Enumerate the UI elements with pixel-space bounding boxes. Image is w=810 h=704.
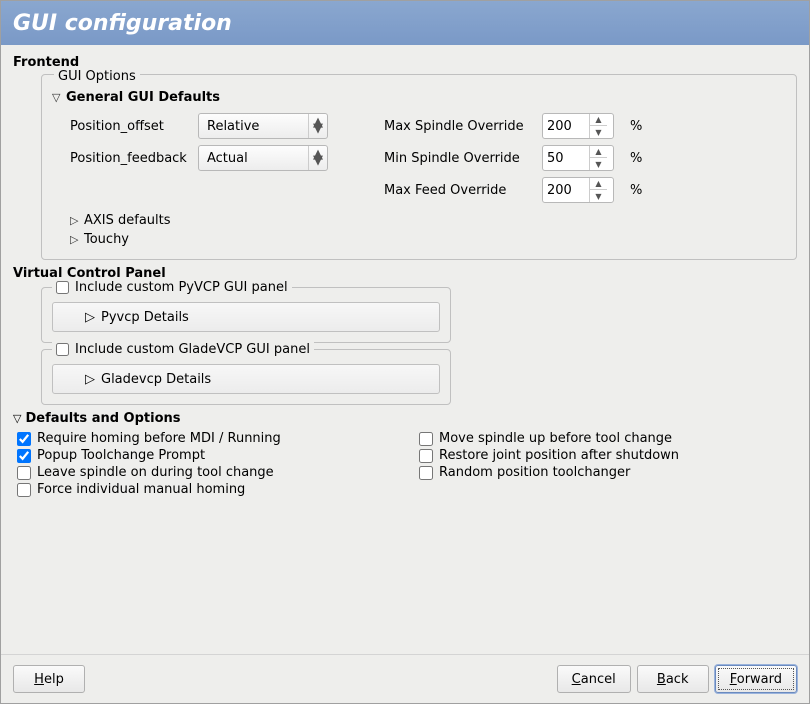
restore-joint-checkbox[interactable]: [419, 449, 433, 463]
min-spindle-spin[interactable]: ▲▼: [542, 145, 614, 171]
min-spindle-input[interactable]: [543, 151, 589, 166]
pyvcp-details-expander[interactable]: ▷ Pyvcp Details: [52, 302, 440, 332]
options-grid: Require homing before MDI / Running Popu…: [17, 430, 797, 498]
chevron-down-icon: ▽: [52, 91, 62, 104]
popup-toolchange-checkbox[interactable]: [17, 449, 31, 463]
leave-spindle-checkbox[interactable]: [17, 466, 31, 480]
defaults-options-expander[interactable]: ▽ Defaults and Options: [13, 411, 797, 426]
position-feedback-select[interactable]: Actual ▲▼: [198, 145, 328, 171]
footer: Help Cancel Back Forward: [1, 654, 809, 703]
option-row: Leave spindle on during tool change: [17, 464, 395, 481]
touchy-expander[interactable]: ▷ Touchy: [70, 230, 786, 249]
gladevcp-checkbox[interactable]: [56, 343, 69, 356]
chevron-right-icon: ▷: [85, 310, 95, 325]
pyvcp-checkbox[interactable]: [56, 281, 69, 294]
option-row: Random position toolchanger: [419, 464, 797, 481]
position-offset-label: Position_offset: [70, 119, 190, 134]
max-feed-label: Max Feed Override: [384, 183, 534, 198]
spin-up-icon[interactable]: ▲: [590, 114, 607, 126]
option-row: Force individual manual homing: [17, 481, 395, 498]
force-individual-homing-checkbox[interactable]: [17, 483, 31, 497]
frontend-label: Frontend: [13, 55, 797, 70]
chevron-right-icon: ▷: [70, 233, 80, 246]
max-spindle-input[interactable]: [543, 119, 589, 134]
position-feedback-label: Position_feedback: [70, 151, 190, 166]
gladevcp-details-expander[interactable]: ▷ Gladevcp Details: [52, 364, 440, 394]
chevron-right-icon: ▷: [85, 372, 95, 387]
help-button[interactable]: Help: [13, 665, 85, 693]
gladevcp-checkbox-label: Include custom GladeVCP GUI panel: [75, 342, 310, 357]
min-spindle-label: Min Spindle Override: [384, 151, 534, 166]
back-button[interactable]: Back: [637, 665, 709, 693]
content-area: Frontend GUI Options ▽ General GUI Defau…: [1, 45, 809, 654]
select-arrows-icon: ▲▼: [313, 120, 323, 132]
max-feed-spin[interactable]: ▲▼: [542, 177, 614, 203]
option-row: Require homing before MDI / Running: [17, 430, 395, 447]
pyvcp-checkbox-label: Include custom PyVCP GUI panel: [75, 280, 288, 295]
spin-down-icon[interactable]: ▼: [590, 126, 607, 138]
axis-defaults-expander[interactable]: ▷ AXIS defaults: [70, 211, 786, 230]
random-toolchanger-checkbox[interactable]: [419, 466, 433, 480]
option-row: Restore joint position after shutdown: [419, 447, 797, 464]
spin-up-icon[interactable]: ▲: [590, 178, 607, 190]
require-homing-checkbox[interactable]: [17, 432, 31, 446]
spin-up-icon[interactable]: ▲: [590, 146, 607, 158]
select-arrows-icon: ▲▼: [313, 152, 323, 164]
titlebar: GUI configuration: [1, 1, 809, 45]
page-title: GUI configuration: [13, 11, 232, 36]
chevron-right-icon: ▷: [70, 214, 80, 227]
general-gui-defaults-expander[interactable]: ▽ General GUI Defaults: [52, 88, 786, 107]
cancel-button[interactable]: Cancel: [557, 665, 631, 693]
option-row: Move spindle up before tool change: [419, 430, 797, 447]
max-spindle-label: Max Spindle Override: [384, 119, 534, 134]
spin-down-icon[interactable]: ▼: [590, 158, 607, 170]
vcp-heading: Virtual Control Panel: [13, 266, 797, 281]
spin-down-icon[interactable]: ▼: [590, 190, 607, 202]
move-spindle-up-checkbox[interactable]: [419, 432, 433, 446]
gladevcp-panel: Include custom GladeVCP GUI panel ▷ Glad…: [41, 349, 451, 405]
position-offset-select[interactable]: Relative ▲▼: [198, 113, 328, 139]
max-feed-input[interactable]: [543, 183, 589, 198]
forward-button[interactable]: Forward: [715, 665, 797, 693]
option-row: Popup Toolchange Prompt: [17, 447, 395, 464]
gui-options-legend: GUI Options: [54, 69, 140, 84]
chevron-down-icon: ▽: [13, 412, 21, 425]
max-spindle-spin[interactable]: ▲▼: [542, 113, 614, 139]
pyvcp-panel: Include custom PyVCP GUI panel ▷ Pyvcp D…: [41, 287, 451, 343]
gui-options-fieldset: GUI Options ▽ General GUI Defaults Posit…: [41, 74, 797, 260]
